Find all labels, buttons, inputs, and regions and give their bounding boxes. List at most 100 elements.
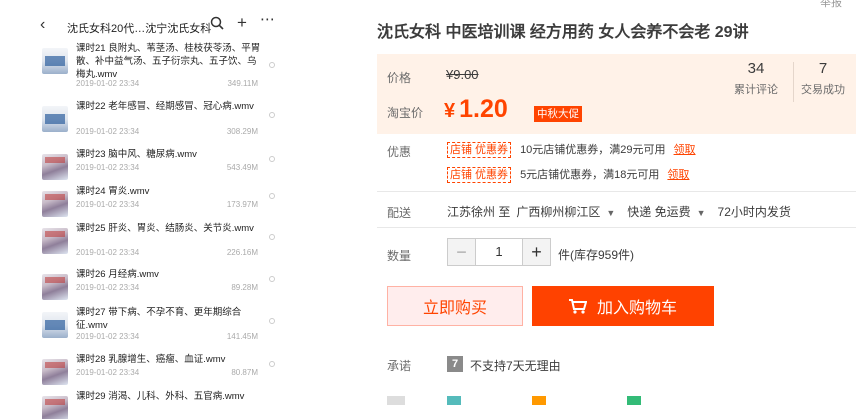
video-date: 2019-01-02 23:34	[76, 79, 140, 88]
video-date: 2019-01-02 23:34	[76, 368, 140, 377]
ship-from: 江苏徐州 至	[447, 205, 511, 219]
claim-coupon-link[interactable]: 领取	[667, 169, 689, 181]
video-thumbnail	[42, 359, 68, 385]
search-icon[interactable]	[210, 16, 224, 30]
add-to-cart-label: 加入购物车	[596, 300, 677, 317]
service-icons-row	[377, 396, 856, 419]
video-name: 课时25 肝炎、胃炎、结肠炎、关节炎.wmv	[76, 223, 254, 234]
review-count-stat[interactable]: 34 累计评论	[725, 60, 787, 97]
video-thumbnail	[42, 396, 68, 419]
coupon-text: 10元店铺优惠券，满29元可用	[520, 144, 666, 156]
promise-label: 承诺	[387, 359, 412, 373]
service-icon	[627, 396, 641, 405]
video-item[interactable]: 课时22 老年感冒、经期感冒、冠心病.wmv 2019-01-02 23:34 …	[30, 100, 288, 140]
video-name: 课时26 月经病.wmv	[76, 269, 159, 280]
delivery-info: 江苏徐州 至广西柳州柳江区 ▼ 快递 免运费 ▼ 72小时内发货	[447, 203, 791, 220]
video-size: 141.45M	[226, 332, 258, 341]
coupon-tag: 店铺 优惠券	[447, 167, 512, 183]
select-circle-icon[interactable]	[269, 112, 275, 118]
promo-price: ¥1.20	[444, 95, 508, 124]
select-circle-icon[interactable]	[269, 62, 275, 68]
quantity-label: 数量	[387, 249, 412, 263]
price-label: 价格	[387, 71, 412, 85]
select-circle-icon[interactable]	[269, 318, 275, 324]
phone-header: ‹ 沈氏女科20代…沈宁沈氏女科 + ⋯	[30, 10, 288, 42]
video-item[interactable]: 课时29 消渴、儿科、外科、五官病.wmv	[30, 390, 288, 419]
video-date: 2019-01-02 23:34	[76, 127, 140, 136]
promise-text: 不支持7天无理由	[470, 359, 561, 373]
phone-screenshot: ‹ 沈氏女科20代…沈宁沈氏女科 + ⋯ 课时21 良附丸、苇茎汤、桂枝茯苓汤、…	[30, 0, 288, 419]
chevron-down-icon[interactable]: ▼	[606, 208, 615, 218]
video-thumbnail	[42, 312, 68, 338]
video-item[interactable]: 课时25 肝炎、胃炎、结肠炎、关节炎.wmv 2019-01-02 23:34 …	[30, 222, 288, 258]
promo-price-label: 淘宝价	[387, 106, 424, 120]
currency-symbol: ¥	[444, 100, 456, 122]
coupon-row: 店铺 优惠券 5元店铺优惠券，满18元可用 领取	[447, 166, 689, 183]
promo-event-badge: 中秋大促	[534, 106, 582, 122]
select-circle-icon[interactable]	[269, 156, 275, 162]
decrease-quantity-button[interactable]: −	[448, 239, 476, 265]
video-item[interactable]: 课时24 胃炎.wmv 2019-01-02 23:34 173.97M	[30, 185, 288, 217]
video-size: 173.97M	[226, 200, 258, 209]
buy-now-label: 立即购买	[422, 300, 487, 317]
video-item[interactable]: 课时23 脑中风、糖尿病.wmv 2019-01-02 23:34 543.49…	[30, 148, 288, 180]
ship-to-select[interactable]: 广西柳州柳江区	[516, 205, 600, 219]
coupon-text: 5元店铺优惠券，满18元可用	[520, 169, 660, 181]
video-name: 课时28 乳腺增生、癌瘤、血证.wmv	[76, 354, 226, 365]
video-name: 课时24 胃炎.wmv	[76, 186, 150, 197]
more-dots-icon[interactable]: ⋯	[260, 10, 276, 28]
divider	[377, 227, 856, 228]
select-circle-icon[interactable]	[269, 276, 275, 282]
original-price: ¥9.00	[446, 67, 479, 82]
shipping-method-select[interactable]: 快递 免运费	[627, 205, 690, 219]
video-item[interactable]: 课时26 月经病.wmv 2019-01-02 23:34 89.28M	[30, 268, 288, 300]
video-date: 2019-01-02 23:34	[76, 283, 140, 292]
video-thumbnail	[42, 106, 68, 132]
service-label-icon	[387, 396, 405, 405]
coupon-tag: 店铺 优惠券	[447, 142, 512, 158]
video-name: 课时29 消渴、儿科、外科、五官病.wmv	[76, 391, 245, 402]
service-icon	[532, 396, 546, 405]
select-circle-icon[interactable]	[269, 193, 275, 199]
coupon-row: 店铺 优惠券 10元店铺优惠券，满29元可用 领取	[447, 141, 696, 158]
review-count: 34	[747, 60, 765, 77]
sales-count-stat[interactable]: 7 交易成功	[792, 60, 854, 97]
add-to-cart-button[interactable]: 加入购物车	[532, 286, 714, 326]
video-name: 课时22 老年感冒、经期感冒、冠心病.wmv	[76, 101, 254, 112]
video-thumbnail	[42, 48, 68, 74]
buy-now-button[interactable]: 立即购买	[387, 286, 523, 326]
sales-count: 7	[818, 60, 828, 77]
review-count-label: 累计评论	[734, 84, 778, 96]
product-title: 沈氏女科 中医培训课 经方用药 女人会养不会老 29讲	[377, 24, 749, 41]
quantity-stepper: − 1 +	[447, 238, 551, 266]
service-icon	[447, 396, 461, 405]
video-size: 349.11M	[227, 79, 258, 88]
video-name: 课时23 脑中风、糖尿病.wmv	[76, 149, 197, 160]
report-link[interactable]: 举报	[820, 0, 842, 10]
select-circle-icon[interactable]	[269, 234, 275, 240]
no-return-icon: 7	[447, 356, 463, 372]
folder-title: 沈氏女科20代…沈宁沈氏女科	[67, 23, 212, 35]
video-thumbnail	[42, 274, 68, 300]
sales-count-label: 交易成功	[801, 84, 845, 96]
video-item[interactable]: 课时21 良附丸、苇茎汤、桂枝茯苓汤、平胃散、补中益气汤、五子衍宗丸、五子饮、乌…	[30, 42, 288, 90]
shopping-cart-icon	[568, 298, 587, 314]
delivery-label: 配送	[387, 206, 412, 220]
chevron-down-icon[interactable]: ▼	[697, 208, 706, 218]
plus-icon[interactable]: +	[237, 13, 247, 33]
video-name: 课时21 良附丸、苇茎汤、桂枝茯苓汤、平胃散、补中益气汤、五子衍宗丸、五子饮、乌…	[76, 43, 261, 80]
promo-price-value: 1.20	[459, 95, 508, 123]
back-arrow-icon[interactable]: ‹	[40, 16, 45, 34]
video-size: 80.87M	[231, 368, 258, 377]
video-item[interactable]: 课时28 乳腺增生、癌瘤、血证.wmv 2019-01-02 23:34 80.…	[30, 353, 288, 385]
select-circle-icon[interactable]	[269, 361, 275, 367]
video-date: 2019-01-02 23:34	[76, 332, 140, 341]
claim-coupon-link[interactable]: 领取	[674, 144, 696, 156]
price-box: 价格 ¥9.00 淘宝价 ¥1.20 中秋大促 34 累计评论 7 交易成功	[377, 54, 856, 134]
video-item[interactable]: 课时27 带下病、不孕不育、更年期综合征.wmv 2019-01-02 23:3…	[30, 306, 288, 342]
video-size: 543.49M	[226, 163, 258, 172]
video-size: 308.29M	[226, 127, 258, 136]
quantity-input[interactable]: 1	[476, 239, 522, 265]
increase-quantity-button[interactable]: +	[522, 239, 550, 265]
video-thumbnail	[42, 154, 68, 180]
